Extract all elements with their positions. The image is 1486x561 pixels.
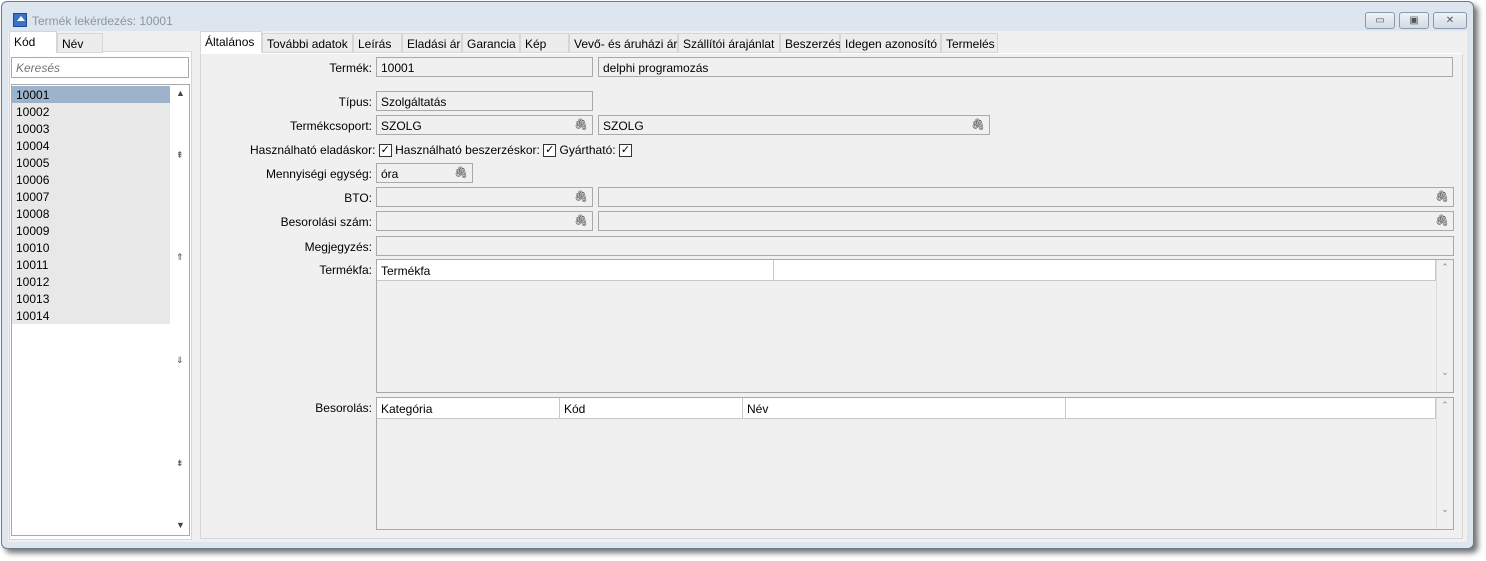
mennyisegi-egyseg-value: óra [381, 167, 399, 181]
paperclip-icon[interactable]: 🖇 [454, 166, 468, 179]
bto-code-field[interactable]: 🖇 [376, 187, 593, 207]
tab-termeles[interactable]: Termelés [941, 33, 998, 53]
page-down-icon[interactable]: ⇓ [176, 355, 184, 366]
tab-garancia[interactable]: Garancia [462, 33, 520, 53]
tab-beszerzes[interactable]: Beszerzés [780, 33, 841, 53]
gyarthato-checkbox[interactable]: ✓ [618, 144, 632, 158]
paperclip-icon[interactable]: 🖇 [574, 214, 588, 227]
list-item[interactable]: 10007 [12, 188, 170, 205]
column-header-kategoria[interactable]: Kategória [377, 398, 560, 419]
bto-name-field[interactable]: 🖇 [598, 187, 1454, 207]
tab-idegen-azonosito[interactable]: Idegen azonosító [840, 33, 941, 53]
hasznalhato-beszerzeskor-checkbox[interactable]: ✓ [543, 144, 557, 158]
hasznalhato-eladaskor-checkbox[interactable]: ✓ [378, 144, 392, 158]
list-item[interactable]: 10009 [12, 222, 170, 239]
list-item[interactable]: 10001 [12, 86, 170, 103]
column-header-empty[interactable] [1066, 398, 1436, 419]
list-item[interactable]: 10014 [12, 307, 170, 324]
paperclip-icon[interactable]: 🖇 [574, 118, 588, 131]
paperclip-icon[interactable]: 🖇 [971, 118, 985, 131]
column-header-empty[interactable] [774, 260, 1436, 281]
paperclip-icon[interactable]: 🖇 [1435, 214, 1449, 227]
checkbox-row: Használható eladáskor: ✓ Használható bes… [250, 143, 632, 158]
list-item[interactable]: 10011 [12, 256, 170, 273]
hasznalhato-beszerzeskor-label: Használható beszerzéskor: [395, 143, 540, 157]
list-item[interactable]: 10013 [12, 290, 170, 307]
mennyisegi-egyseg-field[interactable]: óra 🖇 [376, 163, 473, 183]
termekcsoport-name-field[interactable]: SZOLG 🖇 [598, 115, 990, 135]
list-item[interactable]: 10010 [12, 239, 170, 256]
list-item[interactable]: 10005 [12, 154, 170, 171]
termekfa-grid[interactable]: Termékfa ⌃ ⌄ [376, 259, 1454, 393]
list-item[interactable]: 10006 [12, 171, 170, 188]
page-bottom-icon[interactable]: ⇟ [176, 458, 184, 469]
termekfa-label: Termékfa: [319, 263, 372, 277]
tipus-field[interactable]: Szolgáltatás [376, 91, 593, 111]
vertical-scrollbar[interactable]: ⌃ ⌄ [1436, 398, 1453, 529]
app-icon [13, 13, 27, 27]
termekcsoport-label: Termékcsoport: [289, 119, 372, 133]
gyarthato-label: Gyártható: [559, 143, 616, 157]
maximize-button[interactable]: ▣ [1399, 12, 1429, 29]
besorolas-label: Besorolás: [315, 401, 372, 415]
column-header-termekfa[interactable]: Termékfa [377, 260, 774, 281]
hasznalhato-eladaskor-label: Használható eladáskor: [250, 143, 376, 157]
mennyisegi-egyseg-label: Mennyiségi egység: [265, 167, 372, 181]
besorolasi-szam-label: Besorolási szám: [280, 215, 372, 229]
search-input[interactable] [11, 57, 189, 78]
tab-kep[interactable]: Kép [520, 33, 569, 53]
tab-altalanos[interactable]: Általános [200, 31, 262, 53]
besorolasi-szam-code-field[interactable]: 🖇 [376, 211, 593, 231]
termekcsoport-code-field[interactable]: SZOLG 🖇 [376, 115, 593, 135]
minimize-button[interactable]: ▭ [1365, 12, 1395, 29]
paperclip-icon[interactable]: 🖇 [574, 190, 588, 203]
page-top-icon[interactable]: ⇞ [176, 150, 184, 161]
column-header-nev[interactable]: Név [743, 398, 1066, 419]
vertical-scrollbar[interactable]: ⌃ ⌄ [1436, 260, 1453, 392]
page-up-icon[interactable]: ⇑ [176, 252, 184, 263]
besorolasi-szam-name-field[interactable]: 🖇 [598, 211, 1454, 231]
bto-label: BTO: [344, 191, 372, 205]
window-title: Termék lekérdezés: 10001 [32, 14, 173, 28]
termek-name-field[interactable]: delphi programozás [598, 57, 1453, 77]
paperclip-icon[interactable]: 🖇 [1435, 190, 1449, 203]
list-item[interactable]: 10008 [12, 205, 170, 222]
termek-label: Termék: [329, 61, 372, 75]
close-button[interactable]: ✕ [1433, 12, 1467, 29]
list-item[interactable]: 10003 [12, 120, 170, 137]
list-item[interactable]: 10002 [12, 103, 170, 120]
scroll-up-icon[interactable]: ▲ [176, 88, 185, 98]
tipus-label: Típus: [338, 95, 372, 109]
besorolas-grid[interactable]: Kategória Kód Név ⌃ ⌄ [376, 397, 1454, 530]
tab-szallitoi-arajanlat[interactable]: Szállítói árajánlat [678, 33, 780, 53]
column-header-kod[interactable]: Kód [560, 398, 743, 419]
tab-eladasi-ar[interactable]: Eladási ár [402, 33, 462, 53]
left-tab-kod[interactable]: Kód [9, 31, 57, 53]
left-tab-nev[interactable]: Név [57, 33, 103, 53]
tab-vevo-aruhazi-ar[interactable]: Vevő- és áruházi ár [569, 33, 678, 53]
list-item[interactable]: 10012 [12, 273, 170, 290]
termekcsoport-code-value: SZOLG [381, 119, 422, 133]
tab-tovabbi-adatok[interactable]: További adatok [262, 33, 353, 53]
scroll-down-icon[interactable]: ▼ [176, 520, 185, 530]
megjegyzes-field[interactable] [376, 236, 1454, 256]
list-item[interactable]: 10004 [12, 137, 170, 154]
tab-leiras[interactable]: Leírás [353, 33, 402, 53]
megjegyzes-label: Megjegyzés: [304, 240, 372, 254]
termek-code-field[interactable]: 10001 [376, 57, 593, 77]
termekcsoport-name-value: SZOLG [603, 119, 644, 133]
